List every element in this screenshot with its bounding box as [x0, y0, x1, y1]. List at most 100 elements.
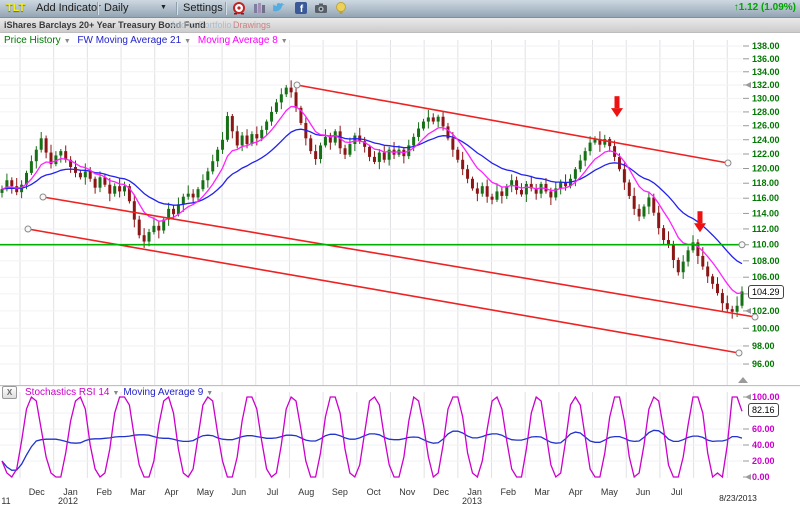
trendline[interactable]: [28, 229, 739, 353]
price-tick-label: 138.00: [752, 41, 780, 51]
price-tick-label: 110.00: [752, 240, 779, 250]
candle: [123, 186, 126, 191]
candle: [495, 191, 498, 199]
pane-collapse-handle[interactable]: [738, 377, 748, 383]
candle: [481, 186, 484, 193]
candle: [285, 88, 288, 95]
drawing-handle[interactable]: [294, 82, 300, 88]
ideas-icon[interactable]: [334, 1, 348, 15]
candle: [10, 180, 13, 186]
candle: [344, 148, 347, 154]
interval-dropdown[interactable]: Daily: [104, 2, 128, 14]
alerts-icon[interactable]: [232, 1, 246, 15]
candle: [652, 197, 655, 212]
add-indicator-button[interactable]: Add Indicator: [36, 2, 101, 14]
chevron-down-icon[interactable]: ▼: [281, 38, 288, 45]
month-label: Jun: [636, 487, 651, 497]
chevron-down-icon[interactable]: ▼: [184, 38, 191, 45]
indicator-price-history[interactable]: Price History▼: [4, 35, 73, 46]
candle: [662, 228, 665, 240]
candle: [589, 143, 592, 152]
drawing-handle[interactable]: [736, 350, 742, 356]
month-label: Sep: [332, 487, 348, 497]
down-arrow-stem: [615, 96, 620, 108]
ma8-line: [2, 107, 742, 294]
drawing-handle[interactable]: [725, 160, 731, 166]
price-tick-label: 98.00: [752, 341, 775, 351]
news-icon[interactable]: [252, 1, 266, 15]
drawing-handle[interactable]: [25, 226, 31, 232]
settings-button[interactable]: Settings: [183, 2, 223, 14]
candle: [520, 190, 523, 195]
candle: [466, 169, 469, 179]
month-label: Apr: [569, 487, 583, 497]
trendline[interactable]: [43, 197, 755, 317]
drawing-handle[interactable]: [752, 314, 758, 320]
drawing-handle[interactable]: [739, 242, 745, 248]
chevron-down-icon[interactable]: ▼: [160, 4, 167, 11]
twitter-icon[interactable]: [272, 1, 286, 15]
chevron-down-icon[interactable]: ▼: [64, 38, 71, 45]
indicator-ma21[interactable]: FW Moving Average 21▼: [77, 35, 193, 46]
chevron-down-icon[interactable]: ▼: [112, 390, 119, 397]
candle: [197, 189, 200, 197]
month-label: Oct: [367, 487, 382, 497]
add-to-portfolio-link[interactable]: Add to Portfolio: [170, 20, 232, 30]
chart-canvas[interactable]: 138.00136.00134.00132.00130.00128.00126.…: [0, 0, 800, 508]
snapshot-icon[interactable]: [314, 1, 328, 15]
candle: [89, 171, 92, 178]
drawings-menu[interactable]: Drawings: [233, 20, 271, 30]
candle: [280, 94, 283, 102]
candle: [255, 134, 258, 138]
stoch-pane-header: X Stochastics RSI 14▼ Moving Average 9▼: [2, 386, 217, 399]
candle: [275, 102, 278, 112]
candle: [731, 309, 734, 312]
main-toolbar: TLT Add Indicator Daily ▼ Settings f ↑1.…: [0, 0, 800, 18]
candle: [706, 267, 709, 277]
toolbar-divider: [176, 2, 177, 15]
indicator-ma8[interactable]: Moving Average 8▼: [198, 35, 288, 46]
indicator-stoch-ma9[interactable]: Moving Average 9▼: [123, 387, 213, 398]
month-label: Feb: [96, 487, 112, 497]
candle: [187, 194, 190, 197]
candle: [638, 209, 641, 217]
candle: [701, 256, 704, 267]
candle: [1, 189, 4, 193]
down-arrow-marker[interactable]: [611, 96, 623, 117]
candle: [677, 260, 680, 272]
candle: [314, 151, 317, 159]
candle: [491, 197, 494, 200]
candle: [525, 184, 528, 194]
candle: [368, 147, 371, 157]
candle: [157, 226, 160, 231]
candle: [657, 213, 660, 228]
month-label: Nov: [399, 487, 416, 497]
candle: [687, 250, 690, 261]
candle: [59, 151, 62, 155]
close-pane-button[interactable]: X: [2, 386, 17, 399]
candle: [295, 92, 298, 108]
candle: [412, 137, 415, 145]
candle: [451, 138, 454, 149]
candle: [633, 196, 636, 209]
candle: [265, 122, 268, 130]
candle: [628, 182, 631, 195]
symbol-label[interactable]: TLT: [6, 2, 25, 14]
candle: [30, 161, 33, 173]
drawing-handle[interactable]: [40, 194, 46, 200]
axis-marker-icon: [745, 394, 751, 400]
facebook-icon[interactable]: f: [294, 1, 308, 15]
candle: [113, 186, 116, 193]
candle: [736, 306, 739, 312]
chevron-down-icon[interactable]: ▼: [206, 390, 213, 397]
indicator-stoch-rsi[interactable]: Stochastics RSI 14▼: [25, 387, 119, 398]
candle: [324, 137, 327, 145]
candle: [432, 117, 435, 121]
candle: [417, 129, 420, 137]
candle: [647, 197, 650, 206]
candle: [206, 171, 209, 180]
month-label: May: [601, 487, 619, 497]
month-label: Mar: [534, 487, 550, 497]
trendline[interactable]: [297, 85, 728, 163]
month-label: May: [197, 487, 215, 497]
